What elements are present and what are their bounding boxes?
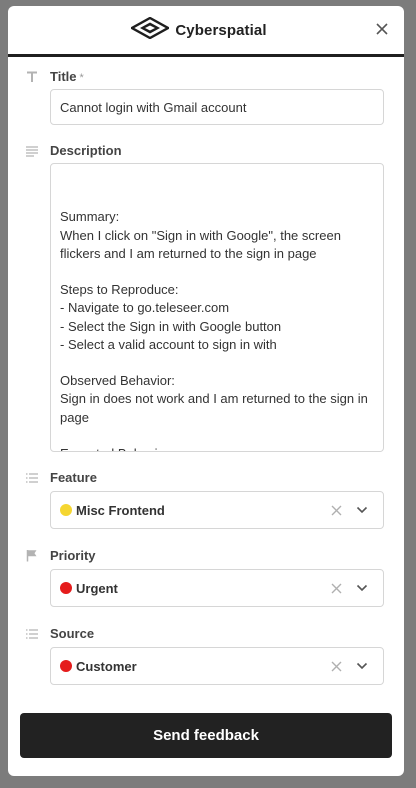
header: Cyberspatial [8, 6, 404, 57]
feature-label: Feature [50, 470, 97, 485]
priority-label-row: Priority [24, 548, 96, 563]
feature-clear-button[interactable] [329, 503, 343, 517]
flag-icon [24, 549, 40, 563]
priority-select[interactable]: Urgent [50, 569, 384, 607]
feedback-panel: Cyberspatial Title * Cannot login with Gm… [8, 6, 404, 776]
list-icon [24, 627, 40, 641]
description-label: Description [50, 143, 122, 158]
x-clear-icon [331, 661, 341, 671]
chevron-down-icon [356, 662, 368, 670]
text-t-icon [24, 70, 40, 84]
description-value: Summary: When I click on "Sign in with G… [60, 209, 368, 451]
feature-label-row: Feature [24, 470, 97, 485]
close-button[interactable] [372, 19, 392, 39]
source-dropdown-button[interactable] [355, 659, 369, 673]
description-textarea[interactable]: Summary: When I click on "Sign in with G… [50, 163, 384, 452]
diamond-logo-icon [129, 16, 171, 44]
title-label-text: Title [50, 69, 77, 84]
source-label: Source [50, 626, 95, 641]
send-feedback-button[interactable]: Send feedback [20, 713, 392, 758]
feature-dropdown-button[interactable] [355, 503, 369, 517]
brand: Cyberspatial [129, 16, 267, 44]
x-clear-icon [331, 583, 341, 593]
source-value: Customer [76, 658, 137, 674]
feature-color-dot [60, 504, 72, 516]
lines-icon [24, 144, 40, 158]
source-controls [329, 648, 369, 684]
title-label: Title * [50, 69, 84, 84]
priority-label: Priority [50, 548, 96, 563]
priority-controls [329, 570, 369, 606]
priority-value: Urgent [76, 580, 118, 596]
feature-select[interactable]: Misc Frontend [50, 491, 384, 529]
source-clear-button[interactable] [329, 659, 343, 673]
source-select[interactable]: Customer [50, 647, 384, 685]
chevron-down-icon [356, 506, 368, 514]
priority-clear-button[interactable] [329, 581, 343, 595]
feature-value: Misc Frontend [76, 502, 165, 518]
source-color-dot [60, 660, 72, 672]
source-label-row: Source [24, 626, 94, 641]
chevron-down-icon [356, 584, 368, 592]
title-label-row: Title * [24, 69, 84, 84]
list-icon [24, 471, 40, 485]
close-icon [376, 23, 388, 35]
required-marker: * [79, 72, 84, 84]
feature-controls [329, 492, 369, 528]
priority-dropdown-button[interactable] [355, 581, 369, 595]
description-label-row: Description [24, 143, 122, 158]
brand-name: Cyberspatial [175, 21, 267, 39]
priority-color-dot [60, 582, 72, 594]
x-clear-icon [331, 505, 341, 515]
attach-button[interactable] [357, 423, 375, 441]
title-input[interactable]: Cannot login with Gmail account [50, 89, 384, 125]
title-value: Cannot login with Gmail account [60, 99, 247, 115]
